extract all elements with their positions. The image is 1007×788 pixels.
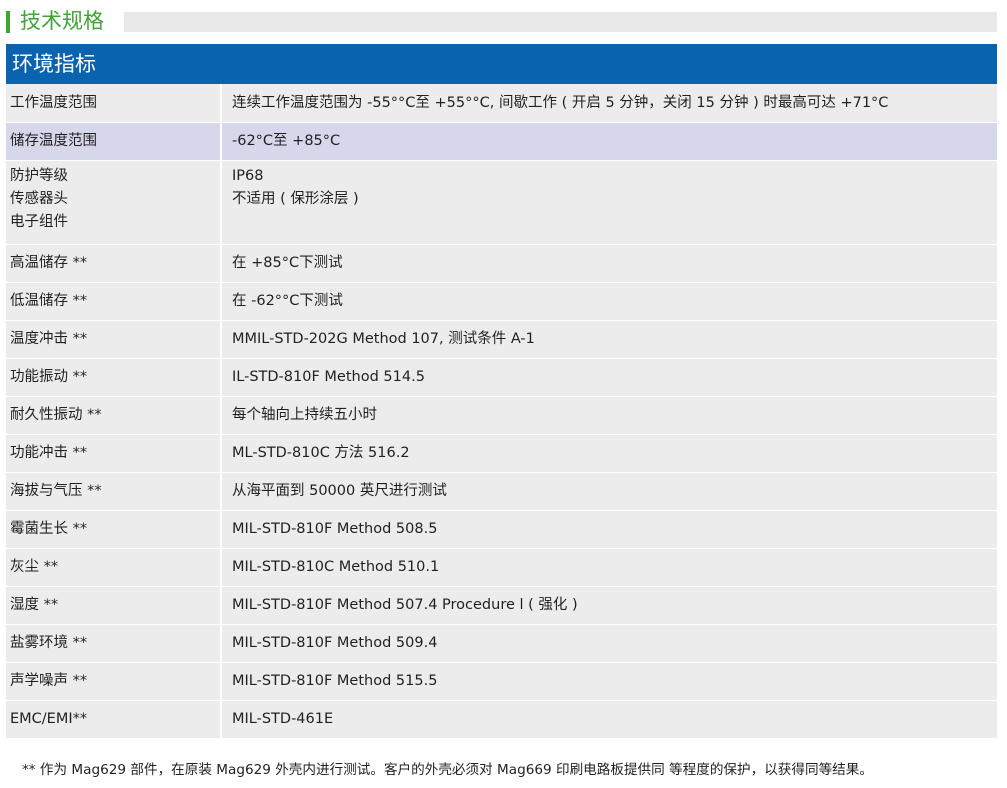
spec-value: MIL-STD-461E	[222, 701, 997, 738]
spec-label: 海拔与气压 **	[6, 473, 222, 510]
spec-label: 耐久性振动 **	[6, 397, 222, 434]
spec-table: 工作温度范围 连续工作温度范围为 -55°°C至 +55°°C, 间歇工作 ( 开…	[6, 84, 997, 739]
table-row: 温度冲击 ** MMIL-STD-202G Method 107, 测试条件 A-…	[6, 321, 997, 359]
spec-value: 从海平面到 50000 英尺进行测试	[222, 473, 997, 510]
spec-value: 连续工作温度范围为 -55°°C至 +55°°C, 间歇工作 ( 开启 5 分钟…	[222, 84, 997, 122]
table-row: 防护等级 传感器头 电子组件 IP68 不适用 ( 保形涂层 )	[6, 161, 997, 245]
spec-label: 温度冲击 **	[6, 321, 222, 358]
table-row: EMC/EMI** MIL-STD-461E	[6, 701, 997, 739]
table-row: 湿度 ** MIL-STD-810F Method 507.4 Procedure…	[6, 587, 997, 625]
table-header: 环境指标	[6, 44, 997, 84]
table-row: 功能振动 ** IL-STD-810F Method 514.5	[6, 359, 997, 397]
spec-value: MIL-STD-810F Method 509.4	[222, 625, 997, 662]
spec-label: 储存温度范围	[6, 123, 222, 160]
spec-label: 声学噪声 **	[6, 663, 222, 700]
table-row: 霉菌生长 ** MIL-STD-810F Method 508.5	[6, 511, 997, 549]
table-row: 储存温度范围 -62°C至 +85°C	[6, 123, 997, 161]
table-row: 海拔与气压 ** 从海平面到 50000 英尺进行测试	[6, 473, 997, 511]
spec-value: MMIL-STD-202G Method 107, 测试条件 A-1	[222, 321, 997, 358]
footnote: ** 作为 Mag629 部件，在原装 Mag629 外壳内进行测试。客户的外壳…	[22, 762, 873, 778]
section-divider-strip	[124, 12, 997, 32]
section-title: 技术规格	[20, 9, 104, 33]
table-row: 耐久性振动 ** 每个轴向上持续五小时	[6, 397, 997, 435]
spec-label: 功能振动 **	[6, 359, 222, 396]
spec-value: MIL-STD-810C Method 510.1	[222, 549, 997, 586]
spec-value: 在 -62°°C下测试	[222, 283, 997, 320]
spec-value: MIL-STD-810F Method 508.5	[222, 511, 997, 548]
spec-label: 灰尘 **	[6, 549, 222, 586]
spec-label: 低温储存 **	[6, 283, 222, 320]
table-row: 盐雾环境 ** MIL-STD-810F Method 509.4	[6, 625, 997, 663]
spec-value: IL-STD-810F Method 514.5	[222, 359, 997, 396]
spec-label: 霉菌生长 **	[6, 511, 222, 548]
spec-label: 高温储存 **	[6, 245, 222, 282]
table-row: 灰尘 ** MIL-STD-810C Method 510.1	[6, 549, 997, 587]
section-heading: 技术规格	[6, 9, 997, 35]
spec-value: 每个轴向上持续五小时	[222, 397, 997, 434]
table-row: 工作温度范围 连续工作温度范围为 -55°°C至 +55°°C, 间歇工作 ( 开…	[6, 84, 997, 123]
spec-value: MIL-STD-810F Method 515.5	[222, 663, 997, 700]
spec-label: 盐雾环境 **	[6, 625, 222, 662]
spec-label: 防护等级 传感器头 电子组件	[6, 161, 222, 244]
table-row: 声学噪声 ** MIL-STD-810F Method 515.5	[6, 663, 997, 701]
spec-label: EMC/EMI**	[6, 701, 222, 738]
spec-label: 工作温度范围	[6, 84, 222, 122]
spec-value: ML-STD-810C 方法 516.2	[222, 435, 997, 472]
section-accent-bar	[6, 11, 10, 33]
spec-value: IP68 不适用 ( 保形涂层 )	[222, 161, 997, 244]
spec-label: 湿度 **	[6, 587, 222, 624]
spec-value: -62°C至 +85°C	[222, 123, 997, 160]
spec-value: MIL-STD-810F Method 507.4 Procedure l ( …	[222, 587, 997, 624]
table-row: 低温储存 ** 在 -62°°C下测试	[6, 283, 997, 321]
table-row: 功能冲击 ** ML-STD-810C 方法 516.2	[6, 435, 997, 473]
spec-value: 在 +85°C下测试	[222, 245, 997, 282]
spec-label: 功能冲击 **	[6, 435, 222, 472]
table-row: 高温储存 ** 在 +85°C下测试	[6, 245, 997, 283]
